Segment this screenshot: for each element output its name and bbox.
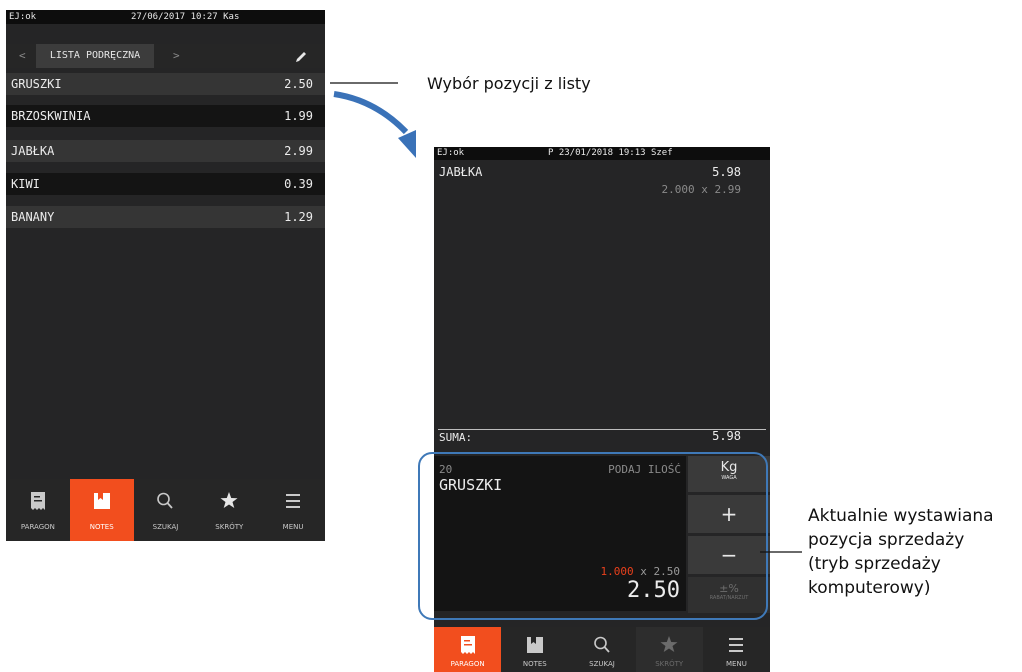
status-bar: EJ:ok 27/06/2017 10:27 Kas xyxy=(6,10,325,24)
device-screen-notes: EJ:ok 27/06/2017 10:27 Kas < LISTA PODRĘ… xyxy=(6,10,325,541)
annotation-current-sale-item: Aktualnie wystawiana pozycja sprzedaży (… xyxy=(808,504,994,600)
nav-notes-button[interactable]: NOTES xyxy=(501,627,568,672)
nav-label: SKRÓTY xyxy=(655,660,684,668)
item-name: GRUSZKI xyxy=(11,77,62,91)
receipt-item-qty: 2.000 x 2.99 xyxy=(661,183,741,196)
item-name: BRZOSKWINIA xyxy=(11,109,91,123)
annotation-line: Aktualnie wystawiana xyxy=(808,506,994,526)
list-item[interactable]: KIWI 0.39 xyxy=(6,173,325,195)
annotation-line: komputerowy) xyxy=(808,578,931,598)
status-datetime: 27/06/2017 10:27 Kas xyxy=(131,12,240,22)
item-price: 1.99 xyxy=(284,109,313,123)
nav-szukaj-button[interactable]: SZUKAJ xyxy=(134,479,198,541)
item-name: KIWI xyxy=(11,177,40,191)
list-item[interactable]: BANANY 1.29 xyxy=(6,206,325,228)
sum-label: SUMA: xyxy=(439,431,473,444)
notebook-icon xyxy=(501,635,568,655)
nav-label: MENU xyxy=(726,660,747,668)
nav-label: SZUKAJ xyxy=(589,660,615,668)
list-item[interactable]: JABŁKA 2.99 xyxy=(6,140,325,162)
selection-arrow-icon xyxy=(330,82,416,158)
item-name: BANANY xyxy=(11,210,55,224)
ej-status: EJ:ok xyxy=(9,12,37,22)
tab-prev-button[interactable]: < xyxy=(19,44,26,68)
item-name: JABŁKA xyxy=(11,144,55,158)
nav-menu-button[interactable]: MENU xyxy=(261,479,325,541)
star-icon xyxy=(636,635,703,655)
callout-connector-icon xyxy=(760,551,802,553)
nav-paragon-button[interactable]: PARAGON xyxy=(434,627,502,672)
ej-status: EJ:ok xyxy=(437,148,465,158)
nav-notes-button[interactable]: NOTES xyxy=(69,479,134,541)
annotation-line: pozycja sprzedaży xyxy=(808,530,965,550)
nav-label: NOTES xyxy=(522,660,547,668)
search-icon xyxy=(134,491,198,511)
receipt-item-name: JABŁKA xyxy=(439,165,483,179)
nav-skroty-button[interactable]: SKRÓTY xyxy=(197,479,261,541)
nav-menu-button[interactable]: MENU xyxy=(703,627,770,672)
nav-skroty-button[interactable]: SKRÓTY xyxy=(635,627,703,672)
item-price: 1.29 xyxy=(284,210,313,224)
bottom-navigation: PARAGON NOTES SZUKAJ SKRÓTY MENU xyxy=(6,479,325,541)
bottom-navigation: PARAGON NOTES SZUKAJ SKRÓTY MENU xyxy=(434,627,770,672)
edit-pencil-icon[interactable] xyxy=(294,49,308,68)
nav-label: SZUKAJ xyxy=(152,523,179,531)
search-icon xyxy=(568,635,635,655)
notebook-icon xyxy=(70,491,134,511)
nav-label: MENU xyxy=(282,523,304,531)
nav-label: SKRÓTY xyxy=(215,523,244,531)
list-item[interactable]: GRUSZKI 2.50 xyxy=(6,73,325,95)
hamburger-icon xyxy=(261,491,325,511)
nav-szukaj-button[interactable]: SZUKAJ xyxy=(568,627,635,672)
hamburger-icon xyxy=(703,635,770,655)
annotation-line: (tryb sprzedaży xyxy=(808,554,941,574)
nav-label: NOTES xyxy=(89,523,114,531)
item-price: 0.39 xyxy=(284,177,313,191)
status-datetime: P 23/01/2018 19:13 Szef xyxy=(548,148,673,158)
nav-paragon-button[interactable]: PARAGON xyxy=(6,479,70,541)
sum-value: 5.98 xyxy=(712,429,741,443)
highlight-frame xyxy=(418,452,768,620)
receipt-icon xyxy=(434,635,501,655)
item-price: 2.50 xyxy=(284,77,313,91)
list-tab-bar: < LISTA PODRĘCZNA > xyxy=(6,44,325,68)
receipt-item-total: 5.98 xyxy=(712,165,741,179)
receipt-icon xyxy=(6,491,70,511)
tab-lista-podreczna[interactable]: LISTA PODRĘCZNA xyxy=(36,44,154,68)
nav-label: PARAGON xyxy=(450,660,485,668)
tab-next-button[interactable]: > xyxy=(173,44,180,68)
star-icon xyxy=(197,491,261,511)
status-bar: EJ:ok P 23/01/2018 19:13 Szef xyxy=(434,147,770,160)
nav-label: PARAGON xyxy=(20,523,55,531)
annotation-select-from-list: Wybór pozycji z listy xyxy=(427,74,591,93)
item-price: 2.99 xyxy=(284,144,313,158)
list-item[interactable]: BRZOSKWINIA 1.99 xyxy=(6,105,325,127)
